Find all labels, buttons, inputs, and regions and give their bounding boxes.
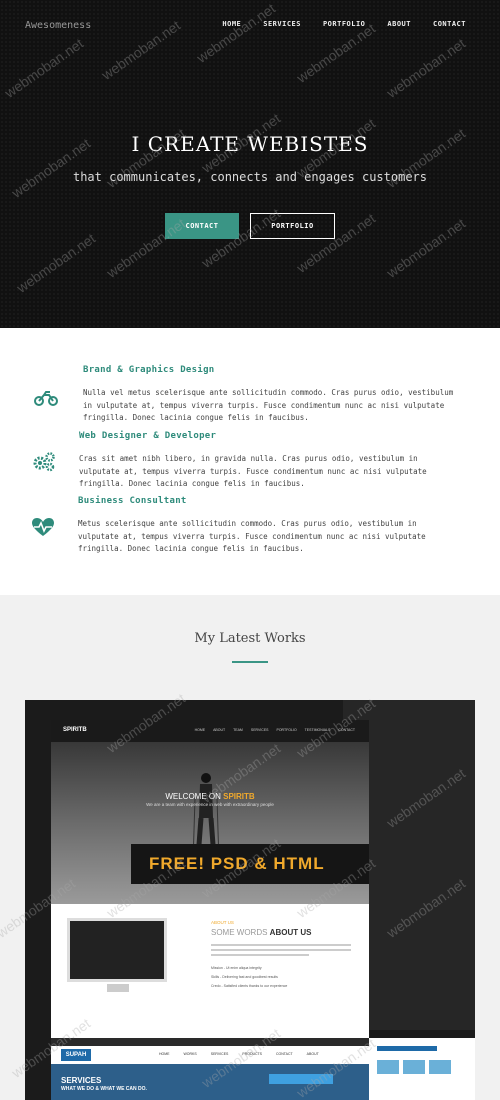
template-preview: SPIRITB HOME ABOUT TEAM SERVICES PORTFOL… (51, 720, 369, 1038)
template-menu-item: ABOUT (213, 728, 226, 732)
second-template-button (269, 1074, 333, 1084)
template-menu-item: CONTACT (338, 728, 355, 732)
works-title: My Latest Works (194, 631, 306, 646)
portfolio-button[interactable]: PORTFOLIO (250, 213, 335, 239)
template-nav: SPIRITB HOME ABOUT TEAM SERVICES PORTFOL… (51, 720, 369, 742)
free-banner: FREE! PSD & HTML (149, 854, 325, 873)
second-template-services: SERVICES (61, 1076, 102, 1085)
template-menu-item: PORTFOLIO (276, 728, 297, 732)
template-menu-item: SERVICES (250, 728, 269, 732)
second-template-menu: HOME WORKS SERVICES PRODUCTS CONTACT ABO… (159, 1052, 319, 1056)
second-template-logo: SUPAH (61, 1049, 91, 1061)
service-title: Web Designer & Developer (79, 431, 217, 441)
hero-section: Awesomeness HOME SERVICES PORTFOLIO ABOU… (0, 0, 500, 328)
main-nav: HOME SERVICES PORTFOLIO ABOUT CONTACT (222, 20, 466, 28)
nav-contact[interactable]: CONTACT (433, 20, 466, 28)
template-about-label: ABOUT US (211, 920, 234, 925)
template-menu-item: TESTIMONIALS (304, 728, 331, 732)
template-menu-item: TEAM (233, 728, 243, 732)
hero-title: I CREATE WEBISTES (131, 132, 369, 156)
works-section: My Latest Works SPIRITB HOME ABOUT TEAM … (0, 595, 500, 1100)
service-text: Metus scelerisque ante sollicitudin comm… (78, 519, 426, 553)
template-welcome: WELCOME ON SPIRITB (165, 792, 255, 801)
service-title: Business Consultant (78, 496, 187, 506)
monitor-image (67, 918, 167, 982)
nav-about[interactable]: ABOUT (387, 20, 411, 28)
nav-home[interactable]: HOME (222, 20, 241, 28)
heart-pulse-icon (32, 518, 54, 536)
title-divider (232, 661, 268, 663)
second-template-preview: SUPAH HOME WORKS SERVICES PRODUCTS CONTA… (51, 1046, 369, 1100)
second-template-services-sub: WHAT WE DO & WHAT WE CAN DO. (61, 1086, 147, 1092)
service-text: Nulla vel metus scelerisque ante sollici… (83, 388, 454, 422)
motorcycle-icon (34, 391, 58, 406)
template-menu-item: HOME (194, 728, 206, 732)
nav-services[interactable]: SERVICES (263, 20, 301, 28)
template-logo: SPIRITB (63, 727, 87, 733)
services-section: Brand & Graphics Design Nulla vel metus … (0, 328, 500, 595)
template-text-lines (211, 944, 351, 959)
template-tagline: We are a team with experience in web wit… (146, 802, 274, 807)
nav-portfolio[interactable]: PORTFOLIO (323, 20, 365, 28)
brand-logo[interactable]: Awesomeness (25, 20, 91, 31)
portfolio-screenshot[interactable]: SPIRITB HOME ABOUT TEAM SERVICES PORTFOL… (25, 700, 475, 1100)
service-title: Brand & Graphics Design (83, 365, 215, 375)
gears-icon (33, 452, 55, 472)
template-about-heading: SOME WORDS ABOUT US (211, 928, 312, 937)
third-template-preview (369, 1038, 475, 1100)
template-topbar (51, 1038, 369, 1046)
service-text: Cras sit amet nibh libero, in gravida nu… (79, 454, 427, 488)
monitor-stand (107, 984, 129, 992)
contact-button[interactable]: CONTACT (165, 213, 239, 239)
template-menu: HOME ABOUT TEAM SERVICES PORTFOLIO TESTI… (195, 728, 355, 732)
hero-subtitle: that communicates, connects and engages … (72, 170, 427, 184)
template-about-list: Mission - Ut enim aliqua integrity Skill… (211, 966, 288, 988)
